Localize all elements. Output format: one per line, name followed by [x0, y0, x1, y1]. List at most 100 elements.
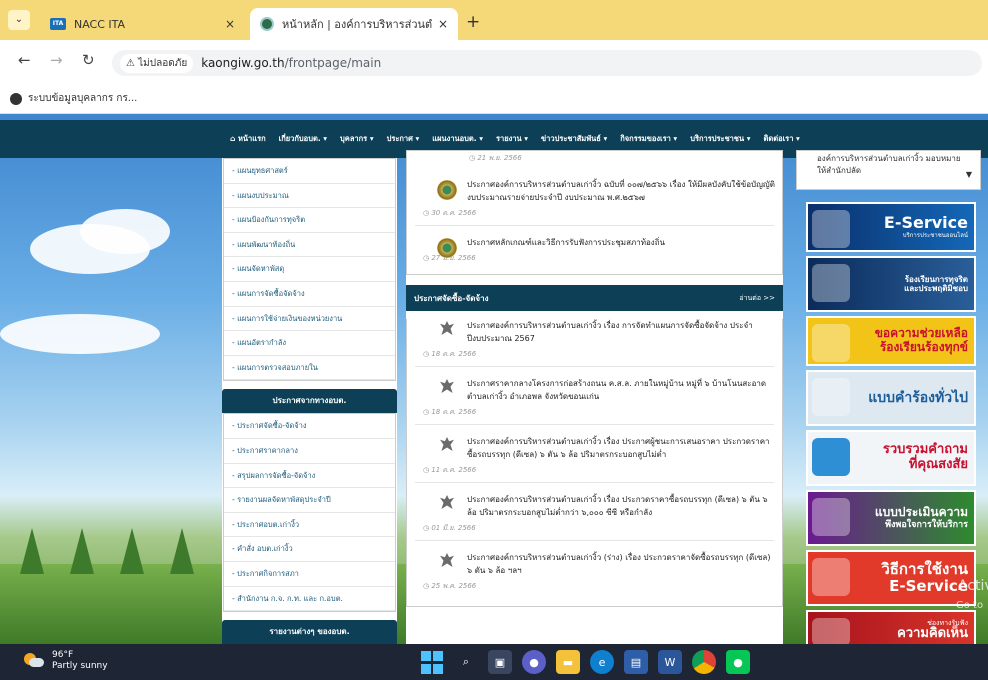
- menu-announcements[interactable]: ประกาศ ▾: [387, 133, 420, 145]
- web-page: ⌂ หน้าแรก เกี่ยวกับอบต. ▾ บุคลากร ▾ ประก…: [0, 114, 988, 644]
- menu-home[interactable]: ⌂ หน้าแรก: [230, 133, 266, 145]
- search-icon[interactable]: ⌕: [454, 650, 478, 674]
- menu-contact[interactable]: ติดต่อเรา ▾: [764, 133, 800, 145]
- seal-icon: [437, 180, 457, 200]
- news-title[interactable]: ประกาศองค์การบริหารส่วนตำบลเก่างิ้ว เรื่…: [467, 493, 776, 519]
- scroll-down-icon[interactable]: ▼: [966, 169, 972, 181]
- sidebar-link[interactable]: - แผนป้องกันการทุจริต: [224, 208, 395, 233]
- news-item[interactable]: ประกาศราคากลางโครงการก่อสร้างถนน ค.ส.ล. …: [407, 377, 782, 418]
- sidebar-link[interactable]: - ประกาศอบต.เก่างิ้ว: [224, 513, 395, 538]
- tree-shape: [170, 528, 194, 574]
- garuda-icon: [437, 379, 457, 399]
- marquee-notice: องค์การบริหารส่วนตำบลเก่างิ้ว มอบหมายให้…: [796, 150, 981, 190]
- sidebar-link[interactable]: - แผนงบประมาณ: [224, 184, 395, 209]
- help-request-banner[interactable]: ขอความช่วยเหลือ ร้องเรียนร้องทุกข์: [806, 316, 976, 366]
- browser-tab-strip: ⌄ ITA NACC ITA × หน้าหลัก | องค์การบริหา…: [0, 0, 988, 40]
- news-item[interactable]: ประกาศหลักเกณฑ์และวิธีการรับฟังการประชุม…: [407, 236, 782, 274]
- divider: [415, 482, 774, 483]
- menu-news[interactable]: ข่าวประชาสัมพันธ์ ▾: [541, 133, 607, 145]
- sidebar-link[interactable]: - สำนักงาน ก.จ. ก.ท. และ ก.อบต.: [224, 587, 395, 612]
- qa-banner[interactable]: รวบรวมคำถาม ที่คุณสงสัย: [806, 430, 976, 486]
- sidebar-link[interactable]: - แผนการตรวจสอบภายใน: [224, 356, 395, 381]
- eservice-howto-banner[interactable]: วิธีการใช้งาน E-Service: [806, 550, 976, 606]
- tree-shape: [120, 528, 144, 574]
- menu-services[interactable]: บริการประชาชน ▾: [690, 133, 750, 145]
- sidebar-link[interactable]: - แผนอัตรากำลัง: [224, 331, 395, 356]
- eservice-banner[interactable]: E-Service บริการประชาชนออนไลน์: [806, 202, 976, 252]
- menu-activities[interactable]: กิจกรรมของเรา ▾: [620, 133, 677, 145]
- chat-icon[interactable]: ●: [522, 650, 546, 674]
- sidebar-link[interactable]: - ประกาศราคากลาง: [224, 439, 395, 464]
- sidebar-link[interactable]: - แผนยุทธศาสตร์: [224, 159, 395, 184]
- news-item[interactable]: ประกาศองค์การบริหารส่วนตำบลเก่างิ้ว เรื่…: [407, 435, 782, 476]
- tree-shape: [70, 528, 94, 574]
- menu-about[interactable]: เกี่ยวกับอบต. ▾: [279, 133, 327, 145]
- browser-tab-active[interactable]: หน้าหลัก | องค์การบริหารส่วนตำบลเก ×: [250, 8, 458, 40]
- news-title[interactable]: ประกาศองค์การบริหารส่วนตำบลเก่างิ้ว เรื่…: [467, 319, 776, 345]
- opinion-banner[interactable]: ช่องทางรับฟัง ความคิดเห็น: [806, 610, 976, 644]
- reports-header: รายงานต่างๆ ของอบต.: [222, 620, 397, 644]
- sidebar-link[interactable]: - แผนการจัดซื้อจัดจ้าง: [224, 282, 395, 307]
- ita-favicon-icon: ITA: [50, 18, 66, 30]
- bookmark-item[interactable]: ระบบข้อมูลบุคลากร กร...: [28, 91, 137, 106]
- store-icon[interactable]: ▤: [624, 650, 648, 674]
- news-item[interactable]: ประกาศองค์การบริหารส่วนตำบลเก่างิ้ว ฉบับ…: [407, 178, 782, 219]
- forward-arrow-icon[interactable]: →: [50, 51, 63, 69]
- news-title[interactable]: ประกาศองค์การบริหารส่วนตำบลเก่างิ้ว (ร่า…: [467, 551, 776, 577]
- sidebar-link[interactable]: - แผนการใช้จ่ายเงินของหน่วยงาน: [224, 307, 395, 332]
- menu-plans[interactable]: แผนงานอบต. ▾: [432, 133, 483, 145]
- word-icon[interactable]: W: [658, 650, 682, 674]
- file-explorer-icon[interactable]: ▬: [556, 650, 580, 674]
- notices-card: ◷ 21 พ.ย. 2566 ประกาศองค์การบริหารส่วนตำ…: [406, 150, 783, 275]
- people-icon: [812, 618, 850, 644]
- news-item[interactable]: ประกาศองค์การบริหารส่วนตำบลเก่างิ้ว เรื่…: [407, 319, 782, 360]
- banner-subtitle: บริการประชาชนออนไลน์: [902, 231, 968, 239]
- sidebar-link[interactable]: - ประกาศกิจการสภา: [224, 562, 395, 587]
- task-view-icon[interactable]: ▣: [488, 650, 512, 674]
- cloud-shape: [80, 209, 170, 254]
- sidebar-link[interactable]: - คำสั่ง อบต.เก่างิ้ว: [224, 537, 395, 562]
- announce-header: ประกาศจากทางอบต.: [222, 389, 397, 414]
- back-arrow-icon[interactable]: ←: [18, 51, 31, 69]
- general-forms-banner[interactable]: แบบคำร้องทั่วไป: [806, 370, 976, 426]
- sidebar-link[interactable]: - สรุปผลการจัดซื้อ-จัดจ้าง: [224, 464, 395, 489]
- banner-line: ขอความช่วยเหลือ: [874, 326, 968, 341]
- browser-tab-nacc-ita[interactable]: ITA NACC ITA ×: [40, 8, 245, 40]
- sidebar-link[interactable]: - แผนพัฒนาท้องถิ่น: [224, 233, 395, 258]
- news-title[interactable]: ประกาศหลักเกณฑ์และวิธีการรับฟังการประชุม…: [467, 236, 776, 249]
- satisfaction-survey-banner[interactable]: แบบประเมินความ พึงพอใจการให้บริการ: [806, 490, 976, 546]
- sidebar-link[interactable]: - รายงานผลจัดหาพัสดุประจำปี: [224, 488, 395, 513]
- corruption-complaint-banner[interactable]: ร้องเรียนการทุจริต และประพฤติมิชอบ: [806, 256, 976, 312]
- news-item[interactable]: ประกาศองค์การบริหารส่วนตำบลเก่างิ้ว เรื่…: [407, 493, 782, 534]
- new-tab-button[interactable]: +: [466, 12, 480, 32]
- reload-icon[interactable]: ↻: [82, 51, 95, 69]
- news-item[interactable]: ประกาศองค์การบริหารส่วนตำบลเก่างิ้ว (ร่า…: [407, 551, 782, 606]
- announce-links-box: - ประกาศจัดซื้อ-จัดจ้าง - ประกาศราคากลาง…: [223, 413, 396, 613]
- windows-start-icon[interactable]: [420, 650, 444, 674]
- books-icon: [812, 558, 850, 596]
- close-tab-icon[interactable]: ×: [438, 17, 448, 31]
- megaphone-icon: [812, 264, 850, 302]
- browser-toolbar: ← → ↻ ⚠ ไม่ปลอดภัย kaongiw.go.th /frontp…: [0, 40, 988, 84]
- chart-icon: [812, 498, 850, 536]
- menu-personnel[interactable]: บุคลากร ▾: [340, 133, 374, 145]
- chrome-icon[interactable]: [692, 650, 716, 674]
- address-bar[interactable]: ⚠ ไม่ปลอดภัย kaongiw.go.th /frontpage/ma…: [112, 50, 982, 76]
- sidebar-link[interactable]: - ประกาศจัดซื้อ-จัดจ้าง: [224, 414, 395, 439]
- banner-line: E-Service: [889, 577, 968, 595]
- news-date: ◷ 21 พ.ย. 2566: [469, 154, 522, 162]
- close-tab-icon[interactable]: ×: [225, 17, 235, 31]
- edge-icon[interactable]: e: [590, 650, 614, 674]
- weather-widget[interactable]: 96°F Partly sunny: [24, 650, 108, 672]
- news-title[interactable]: ประกาศราคากลางโครงการก่อสร้างถนน ค.ส.ล. …: [467, 377, 776, 403]
- document-icon: [812, 378, 850, 416]
- not-secure-chip[interactable]: ⚠ ไม่ปลอดภัย: [120, 53, 194, 73]
- tab-search-button[interactable]: ⌄: [8, 10, 30, 30]
- news-title[interactable]: ประกาศองค์การบริหารส่วนตำบลเก่างิ้ว ฉบับ…: [467, 178, 776, 204]
- line-icon[interactable]: ●: [726, 650, 750, 674]
- menu-reports[interactable]: รายงาน ▾: [496, 133, 528, 145]
- bookmarks-bar: ระบบข้อมูลบุคลากร กร...: [0, 84, 988, 114]
- read-more-link[interactable]: อ่านต่อ >>: [739, 293, 775, 304]
- sidebar-link[interactable]: - แผนจัดหาพัสดุ: [224, 257, 395, 282]
- news-title[interactable]: ประกาศองค์การบริหารส่วนตำบลเก่างิ้ว เรื่…: [467, 435, 776, 461]
